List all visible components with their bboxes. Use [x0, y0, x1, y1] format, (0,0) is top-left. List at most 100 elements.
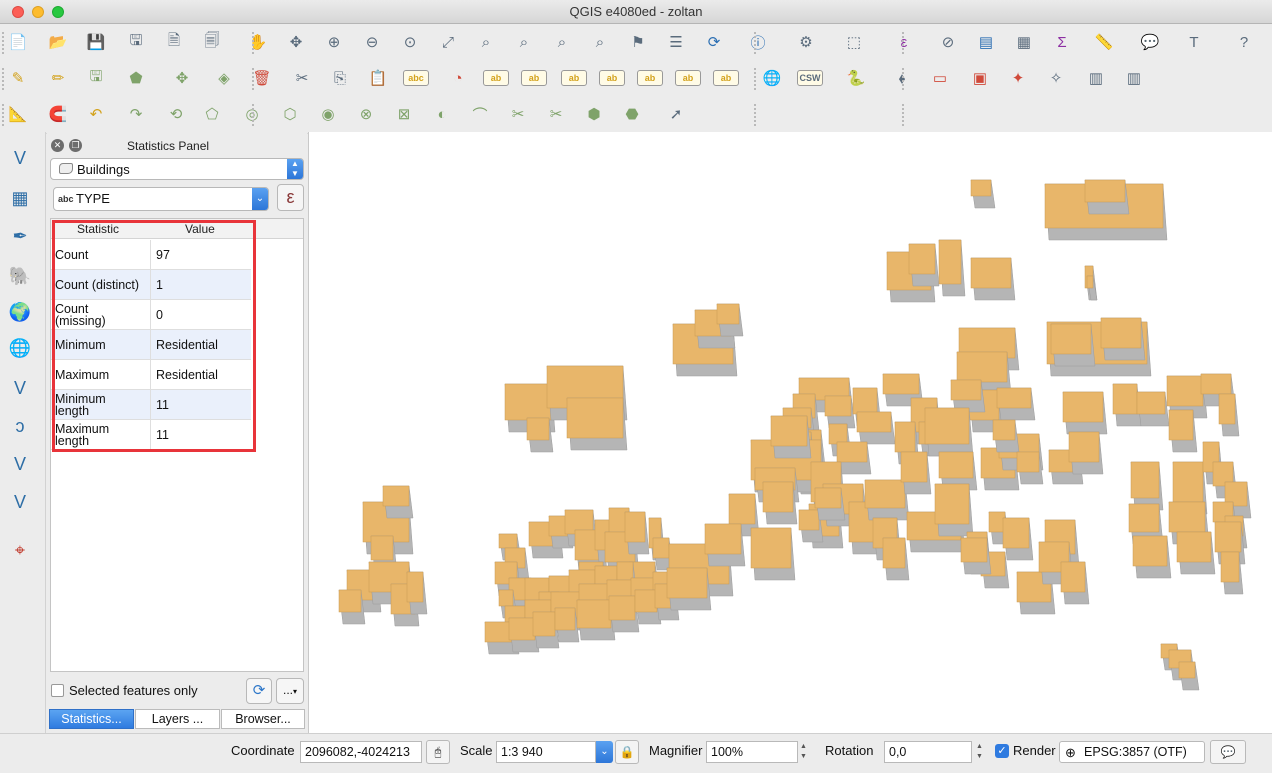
measure-icon[interactable]: 📏 [1091, 30, 1117, 54]
digitize-icon[interactable]: 📐 [5, 102, 31, 126]
identify-icon[interactable]: ⓘ [745, 30, 771, 54]
add-oracle-icon[interactable]: V [6, 450, 34, 478]
new-bookmark-icon[interactable]: ⚑ [625, 30, 651, 54]
highlight-pinned-icon[interactable]: ab [561, 70, 587, 86]
building-polygon[interactable] [1178, 661, 1200, 691]
map-tips-icon[interactable]: 💬 [1137, 30, 1163, 54]
building-polygon[interactable] [1050, 323, 1096, 367]
refresh-icon[interactable]: ⟳ [701, 30, 727, 54]
table-row[interactable]: Maximum length 11 [51, 420, 251, 450]
zoom-native-icon[interactable]: ⊙ [397, 30, 423, 54]
delete-part-icon[interactable]: ⊠ [391, 102, 417, 126]
add-csw-icon[interactable]: CSW [797, 70, 823, 86]
zoom-to-selection-icon[interactable]: ⌕ [473, 30, 499, 54]
building-polygon[interactable] [1176, 531, 1216, 575]
building-polygon[interactable] [1062, 391, 1108, 435]
coordinate-field[interactable]: 2096082,-4024213 [300, 741, 422, 763]
select-feature-icon[interactable]: ⬚ [841, 30, 867, 54]
building-polygon[interactable] [1136, 391, 1170, 427]
action-icon[interactable]: ⚙ [793, 30, 819, 54]
building-polygon[interactable] [970, 257, 1016, 301]
building-polygon[interactable] [814, 487, 846, 521]
add-spatialite-icon[interactable]: 🌍 [6, 298, 34, 326]
rotate-point-symbols-icon[interactable]: ➚ [663, 102, 689, 126]
toolbar-handle[interactable] [754, 32, 758, 54]
building-polygon[interactable] [996, 387, 1036, 421]
deselect-icon[interactable]: ⊘ [935, 30, 961, 54]
building-polygon[interactable] [770, 415, 812, 459]
split-parts-icon[interactable]: ✂ [543, 102, 569, 126]
table-row[interactable]: Count (missing) 0 [51, 300, 251, 330]
toolbar-handle[interactable] [754, 68, 758, 90]
zoom-next-icon[interactable]: ⌕ [587, 30, 613, 54]
toolbar-handle[interactable] [902, 68, 906, 90]
building-polygon[interactable] [824, 395, 856, 429]
table-row[interactable]: Maximum Residential [51, 360, 251, 390]
building-polygon[interactable] [938, 239, 966, 297]
attribute-table-icon[interactable]: ▤ [973, 30, 999, 54]
toolbar-handle[interactable] [252, 32, 256, 54]
add-delimited-text-icon[interactable]: ✒ [6, 222, 34, 250]
building-polygon[interactable] [864, 479, 910, 521]
show-hide-labels-icon[interactable]: ab [599, 70, 625, 86]
building-polygon[interactable] [750, 527, 796, 581]
building-polygon[interactable] [1002, 517, 1034, 561]
copy-features-icon[interactable]: ⎘ [327, 66, 353, 90]
magnifier-field[interactable]: 100% [706, 741, 798, 763]
redo-icon[interactable]: ↷ [123, 102, 149, 126]
select-rectangle-icon[interactable]: ▭ [927, 66, 953, 90]
field-calculator-icon[interactable]: ▦ [1011, 30, 1037, 54]
toolbar-handle[interactable] [252, 68, 256, 90]
building-polygon[interactable] [960, 537, 992, 575]
building-polygon[interactable] [1168, 409, 1198, 453]
scale-lock-icon[interactable]: 🔒 [615, 740, 639, 764]
coordinate-toggle-icon[interactable]: 🖰 [426, 740, 450, 764]
statistics-sum-icon[interactable]: Σ [1049, 30, 1075, 54]
building-polygon[interactable] [608, 595, 640, 633]
magic-wand-icon[interactable]: ✦ [1005, 66, 1031, 90]
delete-ring-icon[interactable]: ⊗ [353, 102, 379, 126]
move-feature-icon[interactable]: ✥ [169, 66, 195, 90]
messages-icon[interactable]: 💬 [1210, 740, 1246, 764]
magic-wand-2-icon[interactable]: ✧ [1043, 66, 1069, 90]
toolbar-handle[interactable] [2, 68, 6, 90]
add-wms-layer-icon[interactable]: 🌐 [6, 334, 34, 362]
tab-browser[interactable]: Browser... [221, 709, 305, 729]
scale-chevron-icon[interactable]: ⌄ [596, 741, 613, 763]
map-canvas[interactable] [308, 132, 1272, 733]
more-options-button[interactable]: ...▾ [276, 678, 304, 704]
building-polygon[interactable] [934, 483, 974, 537]
table-row[interactable]: Count 97 [51, 240, 251, 270]
table-row[interactable]: Minimum Residential [51, 330, 251, 360]
building-polygon[interactable] [338, 589, 366, 625]
select-box-icon[interactable]: ▣ [967, 66, 993, 90]
new-project-icon[interactable]: 📄 [5, 30, 31, 54]
toolbar-handle[interactable] [252, 104, 256, 126]
move-label-icon[interactable]: ab [637, 70, 663, 86]
magnifier-stepper-icon[interactable]: ▲ ▼ [800, 742, 810, 762]
building-polygon[interactable] [1068, 431, 1104, 475]
toolbar-handle[interactable] [2, 104, 6, 126]
add-vector-icon[interactable]: V [6, 144, 34, 172]
split-features-icon[interactable]: ✂ [505, 102, 531, 126]
toggle-editing-icon[interactable]: ✏ [45, 66, 71, 90]
tab-statistics[interactable]: Statistics... [49, 709, 134, 729]
refresh-button[interactable]: ⟳ [246, 678, 272, 704]
field-combo[interactable]: abc TYPE ⌄ [53, 187, 269, 211]
building-polygon[interactable] [1016, 451, 1044, 485]
zoom-last-icon[interactable]: ⌕ [549, 30, 575, 54]
building-polygon[interactable] [716, 303, 744, 337]
merge-attributes-icon[interactable]: ⬣ [619, 102, 645, 126]
add-feature-icon[interactable]: ⬟ [123, 66, 149, 90]
snapping-icon[interactable]: 🧲 [45, 102, 71, 126]
building-polygon[interactable] [908, 243, 940, 287]
merge-features-icon[interactable]: ⬢ [581, 102, 607, 126]
new-print-layout-icon[interactable]: 🗎 [161, 30, 187, 54]
building-polygon[interactable] [1130, 461, 1164, 511]
column-header-value[interactable]: Value [185, 222, 215, 236]
table-row[interactable]: Count (distinct) 1 [51, 270, 251, 300]
rotation-stepper-icon[interactable]: ▲ ▼ [976, 742, 986, 762]
crs-button[interactable]: ⊕ EPSG:3857 (OTF) [1059, 741, 1205, 763]
rotation-field[interactable]: 0,0 [884, 741, 972, 763]
layout-manager-icon[interactable]: 🗐 [199, 30, 225, 54]
